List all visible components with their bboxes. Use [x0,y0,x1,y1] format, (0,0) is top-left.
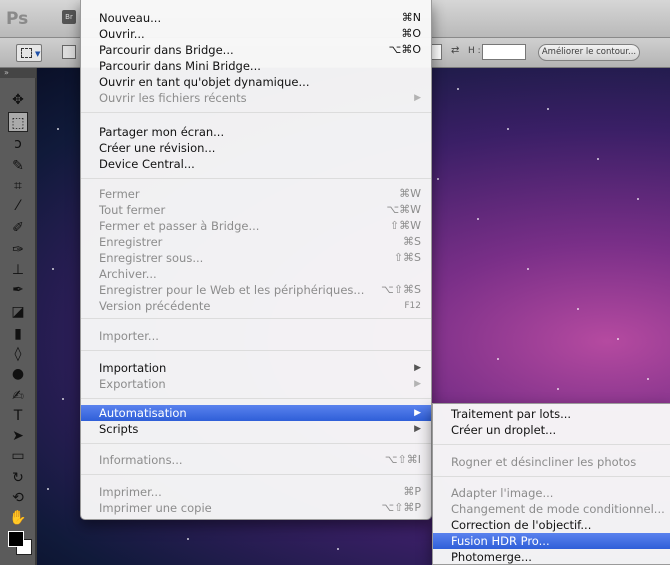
move-tool-icon[interactable]: ✥ [8,90,28,110]
tools-panel: » ✥ ⬚ ↄ ✎ ⌗ ⁄ ✐ ✑ ⊥ ✒ ◪ ▮ ◊ ● ✍ T ➤ ▭ ↻ … [0,68,36,565]
menu-item-revert[interactable]: Version précédente F12 [81,298,431,314]
height-input[interactable] [482,44,526,60]
submenu-arrow-icon: ▶ [414,424,421,434]
bridge-launch-button[interactable]: Br [62,10,76,24]
menu-item-export[interactable]: Exportation ▶ [81,376,431,392]
menu-item-check-in[interactable]: Archiver... [81,266,431,282]
submenu-item-crop-straighten[interactable]: Rogner et désincliner les photos [433,454,670,470]
menu-item-import[interactable]: Importation ▶ [81,360,431,376]
menu-separator [81,178,431,179]
submenu-item-batch[interactable]: Traitement par lots... [433,406,670,422]
menu-separator [433,476,670,477]
menu-separator [81,474,431,475]
quick-selection-icon[interactable]: ✎ [8,156,28,176]
submenu-arrow-icon: ▶ [414,93,421,103]
menu-item-print[interactable]: Imprimer... ⌘P [81,484,431,500]
menu-item-automate[interactable]: Automatisation ▶ [81,405,431,421]
menu-item-save-as[interactable]: Enregistrer sous... ⇧⌘S [81,250,431,266]
menu-item-file-info[interactable]: Informations... ⌥⇧⌘I [81,452,431,468]
path-selection-icon[interactable]: ➤ [8,426,28,446]
menu-item-save[interactable]: Enregistrer ⌘S [81,234,431,250]
rectangular-marquee-icon[interactable]: ⬚ [8,112,28,132]
submenu-item-conditional-mode-change[interactable]: Changement de mode conditionnel... [433,501,670,517]
hand-icon[interactable]: ✋ [8,508,28,528]
menu-separator [81,318,431,319]
dodge-icon[interactable]: ● [8,364,28,384]
menu-item-open-recent[interactable]: Ouvrir les fichiers récents ▶ [81,90,431,106]
swap-dimensions-icon[interactable]: ⇄ [451,45,459,56]
menu-separator [81,443,431,444]
menu-item-place[interactable]: Importer... [81,328,431,344]
menu-separator [81,350,431,351]
submenu-item-merge-hdr-pro[interactable]: Fusion HDR Pro... [433,533,670,549]
crop-icon[interactable]: ⌗ [8,176,28,196]
clone-stamp-icon[interactable]: ⊥ [8,260,28,280]
menu-item-close-all[interactable]: Tout fermer ⌥⌘W [81,202,431,218]
menu-item-open-smart-object[interactable]: Ouvrir en tant qu'objet dynamique... [81,74,431,90]
new-selection-mode-button[interactable] [62,45,76,59]
spot-healing-icon[interactable]: ✐ [8,218,28,238]
menu-item-browse-mini-bridge[interactable]: Parcourir dans Mini Bridge... [81,58,431,74]
history-brush-icon[interactable]: ✒ [8,280,28,300]
menu-item-close[interactable]: Fermer ⌘W [81,186,431,202]
brush-icon[interactable]: ✑ [8,240,28,260]
menu-separator [433,444,670,445]
menu-separator [81,398,431,399]
foreground-color-swatch[interactable] [8,531,24,547]
menu-item-print-one-copy[interactable]: Imprimer une copie ⌥⇧⌘P [81,500,431,516]
submenu-arrow-icon: ▶ [414,379,421,389]
menu-item-scripts[interactable]: Scripts ▶ [81,421,431,437]
type-icon[interactable]: T [8,406,28,426]
submenu-item-create-droplet[interactable]: Créer un droplet... [433,422,670,438]
eraser-icon[interactable]: ◪ [8,302,28,322]
panel-collapse-icon[interactable]: » [0,68,36,78]
menu-item-open[interactable]: Ouvrir... ⌘O [81,26,431,42]
marquee-icon [21,48,32,58]
pen-icon[interactable]: ✍ [8,386,28,406]
menu-item-device-central[interactable]: Device Central... [81,156,431,172]
menu-item-new[interactable]: Nouveau... ⌘N [81,10,431,26]
menu-item-browse-bridge[interactable]: Parcourir dans Bridge... ⌥⌘O [81,42,431,58]
rectangle-shape-icon[interactable]: ▭ [8,446,28,466]
menu-separator [81,112,431,113]
eyedropper-icon[interactable]: ⁄ [8,196,28,216]
tool-preset-picker[interactable]: ▼ [16,44,42,62]
chevron-down-icon: ▼ [35,50,41,58]
submenu-item-photomerge[interactable]: Photomerge... [433,549,670,565]
lasso-icon[interactable]: ↄ [8,134,28,154]
menu-item-share-screen[interactable]: Partager mon écran... [81,124,431,140]
3d-rotate-icon[interactable]: ↻ [8,468,28,488]
menu-item-close-go-bridge[interactable]: Fermer et passer à Bridge... ⇧⌘W [81,218,431,234]
3d-orbit-icon[interactable]: ⟲ [8,488,28,508]
submenu-arrow-icon: ▶ [414,363,421,373]
menu-item-save-for-web[interactable]: Enregistrer pour le Web et les périphéri… [81,282,431,298]
blur-icon[interactable]: ◊ [8,344,28,364]
menu-item-create-review[interactable]: Créer une révision... [81,140,431,156]
submenu-item-lens-correction[interactable]: Correction de l'objectif... [433,517,670,533]
refine-edge-button[interactable]: Améliorer le contour... [538,44,640,61]
submenu-item-fit-image[interactable]: Adapter l'image... [433,485,670,501]
file-menu: Nouveau... ⌘N Ouvrir... ⌘O Parcourir dan… [80,0,432,520]
submenu-arrow-icon: ▶ [414,408,421,418]
gradient-icon[interactable]: ▮ [8,324,28,344]
photoshop-logo: Ps [6,9,29,29]
height-label: H : [468,46,481,56]
automate-submenu: Traitement par lots... Créer un droplet.… [432,403,670,565]
